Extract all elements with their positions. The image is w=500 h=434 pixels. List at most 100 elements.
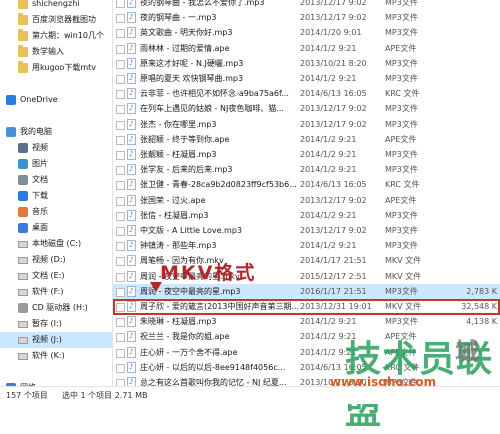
file-row[interactable]: 在列车上遇见的姑娘 - NJ夜色咖啡、猫... 2013/12/17 9:02 MP… bbox=[113, 100, 500, 117]
file-row[interactable]: 云非菲 - 也许相见不如怀念-a9ba75a6f... 2014/6/13 16:… bbox=[113, 85, 500, 102]
sidebar-item[interactable]: 用kugoo下载mtv bbox=[0, 60, 112, 76]
sidebar-item[interactable]: OneDrive bbox=[0, 92, 112, 108]
row-checkbox[interactable] bbox=[116, 59, 125, 69]
file-row[interactable]: 张信 - 枉凝眉.mp3 2014/1/2 9:21 MP3文件 bbox=[113, 207, 500, 224]
sidebar-item[interactable]: CD 驱动器 (H:) bbox=[0, 300, 112, 316]
sidebar-item[interactable]: 图片 bbox=[0, 156, 112, 172]
file-row[interactable]: 英文歌曲 - 明天你好.mp3 2014/1/20 9:01 MP3文件 bbox=[113, 24, 500, 41]
file-row[interactable]: 钟镇涛 - 那些年.mp3 2014/1/2 9:21 MP3文件 bbox=[113, 237, 500, 254]
file-row[interactable]: 原唱的夏天 欢快钢琴曲.mp3 2014/1/2 9:21 MP3文件 bbox=[113, 70, 500, 87]
drive-icon bbox=[18, 337, 28, 344]
drive-icon bbox=[18, 241, 28, 248]
file-name: 张韶颖 - 终于等到你.ape bbox=[140, 134, 230, 144]
row-checkbox[interactable] bbox=[116, 196, 125, 206]
sidebar-item[interactable]: 视频 bbox=[0, 140, 112, 156]
file-row[interactable]: 周润 - 夜空中最亮的星.mp3 2016/1/17 21:51 MP3文件 2,78… bbox=[113, 283, 500, 300]
file-row[interactable]: 朱晓琳 - 枉凝眉.mp3 2014/1/2 9:21 MP3文件 4,138 K bbox=[113, 313, 500, 330]
file-row[interactable]: 原来这才好呢 - N.J硬曬.mp3 2013/10/21 8:20 MP3文件 bbox=[113, 55, 500, 72]
sidebar-item[interactable]: 数学输入 bbox=[0, 44, 112, 60]
file-row[interactable]: 张国荣 - 过火.ape 2013/12/17 9:02 APE文件 bbox=[113, 192, 500, 209]
file-name: 张信 - 枉凝眉.mp3 bbox=[140, 210, 209, 220]
sidebar-item-label: 用kugoo下载mtv bbox=[32, 63, 96, 72]
file-row[interactable]: 张韶颖 - 终于等到你.ape 2014/1/2 9:21 APE文件 bbox=[113, 131, 500, 148]
folder-icon bbox=[18, 29, 28, 41]
sidebar-item[interactable]: 软件 (F:) bbox=[0, 284, 112, 300]
file-name: 张国荣 - 过火.ape bbox=[140, 195, 206, 205]
file-name: 庄心妍 - 一万个舍不得.ape bbox=[140, 347, 238, 357]
file-date: 2013/10/21 8:20 bbox=[300, 58, 367, 68]
file-date: 2013/12/17 9:02 bbox=[300, 226, 367, 235]
sidebar-item[interactable]: 视频 (D:) bbox=[0, 252, 112, 268]
file-row[interactable]: 中文版 - A Little Love.mp3 2013/12/17 9:02 MP… bbox=[113, 222, 500, 239]
file-row[interactable]: 周子欣 - 爱的箴言(2013中国好声音第三期...2013/12/31 19:… bbox=[113, 298, 500, 315]
sidebar-item-label: 视频 (J:) bbox=[32, 335, 62, 344]
row-checkbox[interactable] bbox=[116, 303, 125, 312]
row-checkbox[interactable] bbox=[116, 44, 125, 54]
row-checkbox[interactable] bbox=[116, 318, 125, 328]
file-name: 张学友 - 后来的后来.mp3 bbox=[140, 165, 233, 175]
row-checkbox[interactable] bbox=[116, 75, 125, 84]
sidebar-item-label: 我的电脑 bbox=[20, 127, 52, 136]
file-icon bbox=[127, 131, 136, 147]
row-checkbox[interactable] bbox=[116, 120, 125, 130]
sidebar-item[interactable]: 本地磁盘 (C:) bbox=[0, 236, 112, 252]
download-icon bbox=[18, 191, 28, 201]
row-checkbox[interactable] bbox=[116, 287, 125, 297]
row-checkbox[interactable] bbox=[116, 135, 125, 145]
sidebar-item-label: 文档 (E:) bbox=[32, 271, 65, 280]
sidebar-item[interactable]: 我的电脑 bbox=[0, 124, 112, 140]
file-icon bbox=[127, 40, 136, 56]
music-icon bbox=[18, 207, 28, 217]
row-checkbox[interactable] bbox=[116, 166, 125, 176]
row-checkbox[interactable] bbox=[116, 14, 125, 24]
row-checkbox[interactable] bbox=[116, 242, 125, 252]
row-checkbox[interactable] bbox=[116, 211, 125, 221]
file-type: MP3文件 bbox=[385, 150, 418, 159]
row-checkbox[interactable] bbox=[116, 363, 125, 373]
row-checkbox[interactable] bbox=[116, 105, 125, 115]
sidebar-item[interactable]: shichengzhi bbox=[0, 0, 112, 12]
file-type: MP3文件 bbox=[385, 104, 418, 114]
sidebar-item[interactable]: 音乐 bbox=[0, 204, 112, 220]
file-date: 2014/1/2 9:21 bbox=[300, 210, 357, 220]
file-icon bbox=[127, 0, 136, 10]
row-checkbox[interactable] bbox=[116, 379, 125, 386]
row-checkbox[interactable] bbox=[116, 0, 125, 8]
row-checkbox[interactable] bbox=[116, 151, 125, 160]
watermark-logo: 城 bbox=[455, 338, 479, 366]
selection-info: 选中 1 个项目 2.71 MB bbox=[62, 391, 148, 400]
file-icon bbox=[127, 237, 136, 253]
file-row[interactable]: 张学友 - 后来的后来.mp3 2014/1/2 9:21 MP3文件 bbox=[113, 161, 500, 178]
row-checkbox[interactable] bbox=[116, 29, 125, 39]
sidebar-item[interactable]: 桌面 bbox=[0, 220, 112, 236]
file-name: 夜的钢琴曲 - 一.mp3 bbox=[140, 13, 217, 23]
file-row[interactable]: 张杰 - 你在哪里.mp3 2013/12/17 9:02 MP3文件 bbox=[113, 116, 500, 133]
row-checkbox[interactable] bbox=[116, 333, 125, 343]
row-checkbox[interactable] bbox=[116, 227, 125, 236]
sidebar-item[interactable]: 下载 bbox=[0, 188, 112, 204]
sidebar-item[interactable]: 暂存 (I:) bbox=[0, 316, 112, 332]
sidebar-item[interactable]: 第六期：win10几个 bbox=[0, 28, 112, 44]
mkv-format-annotation: MKV格式 bbox=[160, 262, 257, 284]
file-row[interactable]: 夜的钢琴曲 - 一.mp3 2013/12/17 9:02 MP3文件 bbox=[113, 9, 500, 26]
row-checkbox[interactable] bbox=[116, 90, 125, 100]
sidebar-item-label: 第六期：win10几个 bbox=[32, 31, 105, 40]
sidebar-item[interactable]: 百度浏览器截图功 bbox=[0, 12, 112, 28]
file-name: 朱晓琳 - 枉凝眉.mp3 bbox=[140, 317, 217, 327]
file-row[interactable]: 雨林林 - 过期的爱情.ape 2014/1/2 9:21 APE文件 bbox=[113, 40, 500, 57]
file-list: 夜的钢琴曲 - 我怎么不爱你了.mp32013/12/17 9:02MP3文件夜… bbox=[113, 0, 500, 386]
row-checkbox[interactable] bbox=[116, 348, 125, 358]
file-row[interactable]: 张卫健 - 青春-28ca9b2d0823ff9cf53b6...2014/6/… bbox=[113, 176, 500, 193]
row-checkbox[interactable] bbox=[116, 272, 125, 282]
file-name: 钟镇涛 - 那些年.mp3 bbox=[140, 241, 217, 251]
file-row[interactable]: 张靓颖 - 枉凝眉.mp3 2014/1/2 9:21 MP3文件 bbox=[113, 146, 500, 163]
file-name: 雨林林 - 过期的爱情.ape bbox=[140, 43, 230, 53]
sidebar-item[interactable]: 文档 bbox=[0, 172, 112, 188]
sidebar-item[interactable]: 文档 (E:) bbox=[0, 268, 112, 284]
row-checkbox[interactable] bbox=[116, 257, 125, 267]
sidebar-item[interactable]: 软件 (K:) bbox=[0, 348, 112, 364]
sidebar-item-label: 软件 (K:) bbox=[32, 351, 65, 360]
row-checkbox[interactable] bbox=[116, 181, 125, 191]
sidebar-item[interactable]: 视频 (J:) bbox=[0, 332, 112, 348]
sidebar-item-label: 下载 bbox=[32, 191, 48, 200]
